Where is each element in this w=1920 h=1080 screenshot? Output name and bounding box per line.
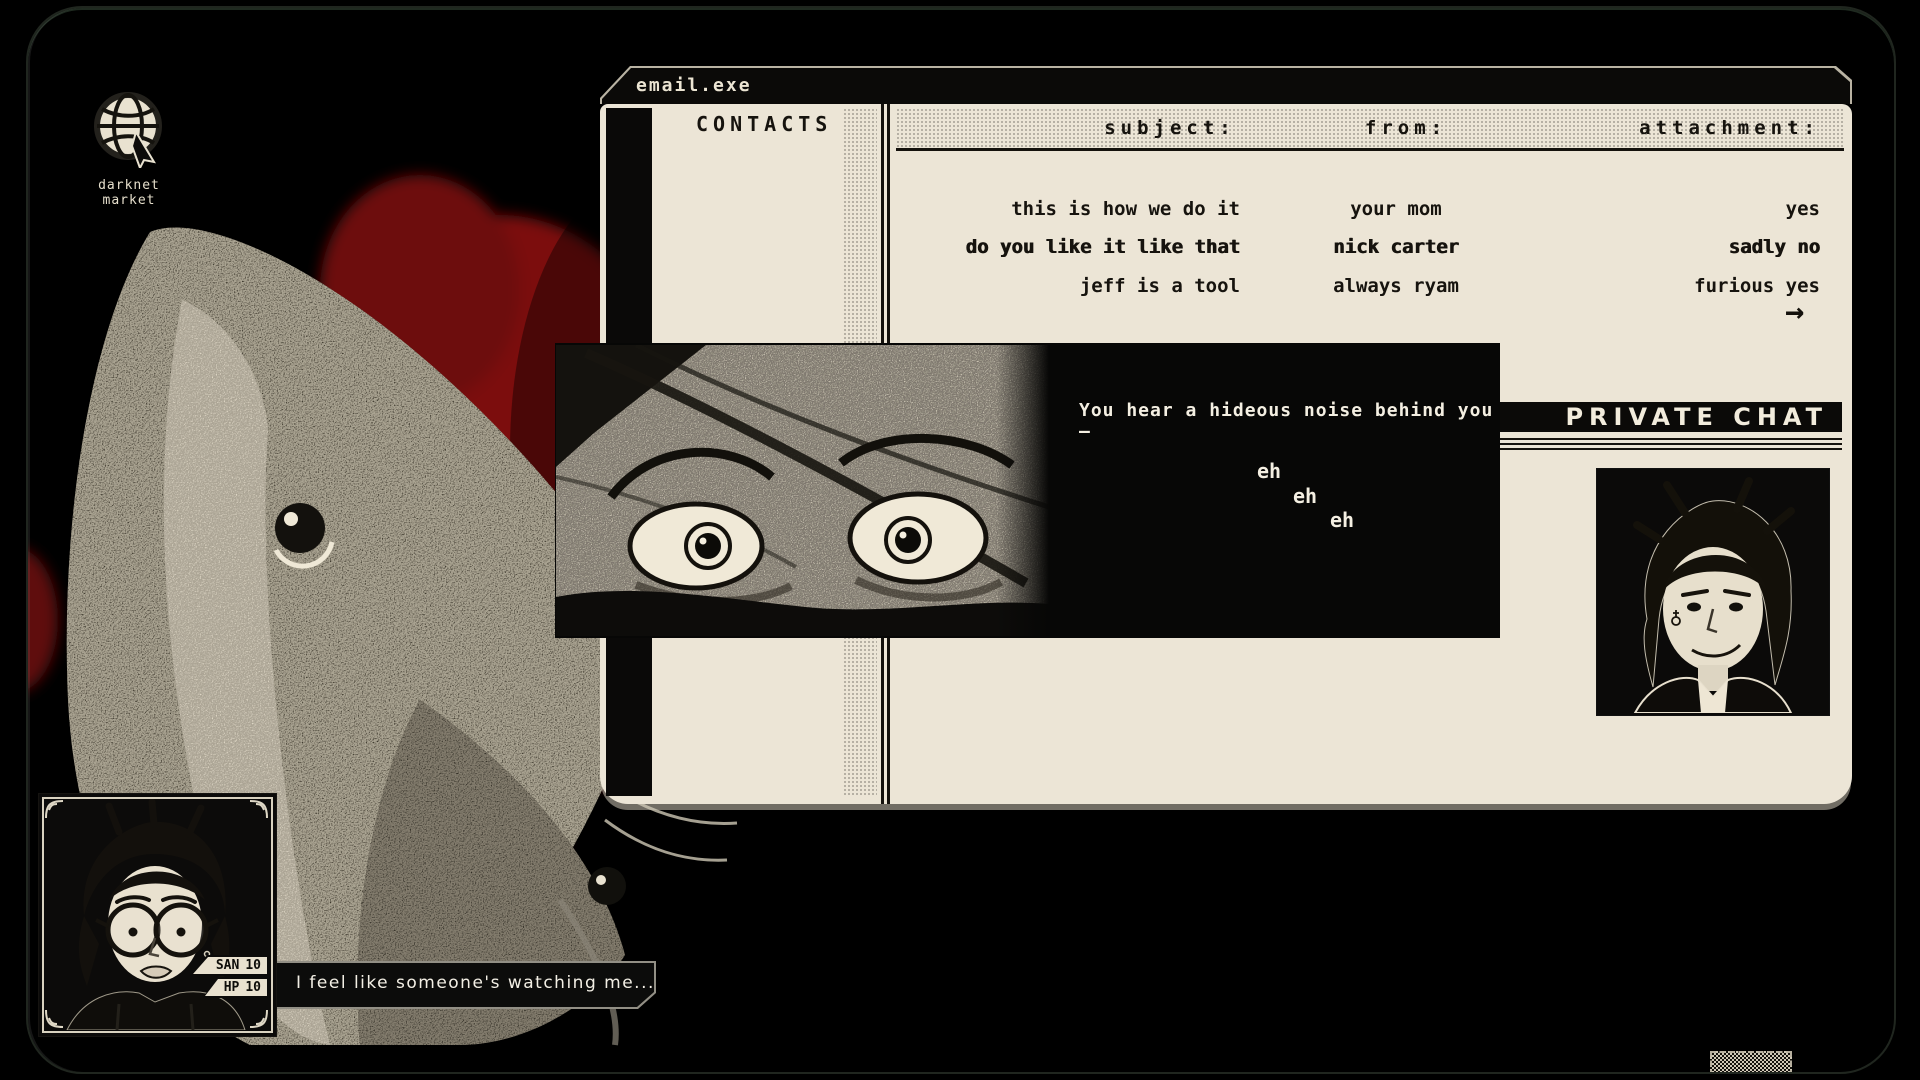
email-window-title: email.exe	[636, 75, 752, 96]
darknet-market-icon[interactable]: darknet market	[74, 90, 184, 208]
san-label: SAN	[216, 958, 239, 973]
laugh-text: eh	[1293, 484, 1317, 508]
email-attachment: yes	[1550, 198, 1820, 220]
email-window-titlebar[interactable]: email.exe	[600, 66, 1852, 104]
san-value: 10	[245, 958, 261, 973]
column-from: from:	[1276, 117, 1536, 139]
column-attachment: attachment:	[1596, 117, 1820, 139]
ornate-corners	[39, 794, 274, 1034]
game-screen: darknet market email.exe CONTACTS subjec…	[0, 0, 1920, 1080]
email-row[interactable]: jeff is a tool always ryam furious yes	[600, 275, 1852, 309]
next-page-arrow-icon[interactable]: →	[1785, 296, 1829, 330]
dialogue-text: I feel like someone's watching me...	[296, 973, 655, 993]
staring-eyes-image	[556, 345, 1049, 636]
email-subject: jeff is a tool	[900, 275, 1240, 297]
private-chat-label: PRIVATE CHAT	[1565, 403, 1828, 431]
globe-icon	[90, 90, 168, 168]
email-subject: do you like it like that	[900, 236, 1240, 258]
corner-scrollbar-widget[interactable]	[1710, 1051, 1792, 1076]
event-message: You hear a hideous noise behind you—	[1079, 400, 1500, 442]
email-attachment: furious yes	[1550, 275, 1820, 297]
dialogue-box: I feel like someone's watching me...	[274, 961, 656, 1009]
email-list-header: subject: from: attachment:	[896, 108, 1844, 148]
chat-partner-avatar	[1597, 469, 1827, 713]
hp-value: 10	[245, 980, 261, 995]
email-row[interactable]: do you like it like that nick carter sad…	[600, 236, 1852, 270]
laugh-text: eh	[1330, 508, 1354, 532]
contacts-label: CONTACTS	[696, 112, 832, 136]
email-from: nick carter	[1276, 236, 1516, 258]
email-from: always ryam	[1276, 275, 1516, 297]
darknet-market-label: darknet market	[74, 178, 184, 208]
email-from: your mom	[1276, 198, 1516, 220]
laugh-text: eh	[1257, 459, 1281, 483]
hp-label: HP	[224, 980, 240, 995]
player-portrait-frame	[38, 793, 277, 1037]
email-attachment: sadly no	[1550, 236, 1820, 258]
header-rule	[896, 148, 1844, 151]
email-row[interactable]: this is how we do it your mom yes	[600, 198, 1852, 232]
event-overlay: You hear a hideous noise behind you— eh …	[555, 343, 1500, 638]
email-subject: this is how we do it	[900, 198, 1240, 220]
private-chat-portrait[interactable]	[1596, 468, 1830, 716]
